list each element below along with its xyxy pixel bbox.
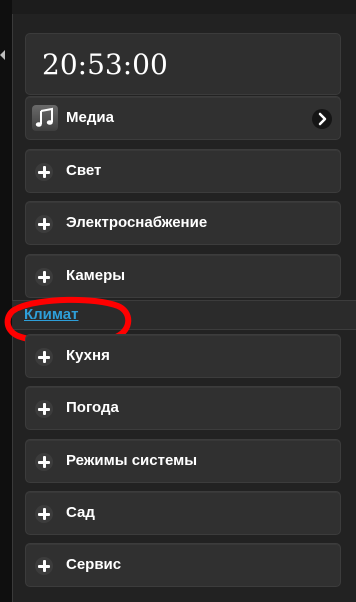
menu-item-label: Электроснабжение bbox=[66, 214, 208, 231]
plus-icon bbox=[35, 268, 53, 286]
menu-item-weather[interactable]: Погода bbox=[25, 386, 341, 430]
menu-item-garden[interactable]: Сад bbox=[25, 491, 341, 535]
menu-item-service[interactable]: Сервис bbox=[25, 543, 341, 587]
menu-item-label: Сервис bbox=[66, 556, 122, 573]
menu-item-label: Кухня bbox=[66, 347, 110, 364]
menu-item-label: Свет bbox=[66, 162, 102, 179]
climate-link[interactable]: Климат bbox=[24, 306, 79, 323]
clock-widget: 20:53:00 bbox=[25, 33, 341, 95]
menu-item-label: Медиа bbox=[66, 109, 114, 126]
chevron-right-icon[interactable] bbox=[312, 109, 332, 129]
plus-icon bbox=[35, 163, 53, 181]
menu-item-system-modes[interactable]: Режимы системы bbox=[25, 439, 341, 483]
plus-icon bbox=[35, 505, 53, 523]
menu-item-label: Сад bbox=[66, 504, 95, 521]
menu-item-light[interactable]: Свет bbox=[25, 149, 341, 193]
menu-item-label: Камеры bbox=[66, 267, 126, 284]
menu-item-power[interactable]: Электроснабжение bbox=[25, 201, 341, 245]
plus-icon bbox=[35, 215, 53, 233]
left-edge-strip bbox=[0, 0, 12, 602]
music-note-icon bbox=[32, 105, 58, 131]
collapse-arrow-icon[interactable] bbox=[0, 50, 5, 60]
plus-icon bbox=[35, 400, 53, 418]
menu-item-media[interactable]: Медиа bbox=[25, 96, 341, 140]
plus-icon bbox=[35, 348, 53, 366]
plus-icon bbox=[35, 453, 53, 471]
plus-icon bbox=[35, 557, 53, 575]
menu-item-kitchen[interactable]: Кухня bbox=[25, 334, 341, 378]
clock-time: 20:53:00 bbox=[42, 48, 168, 81]
menu-item-cameras[interactable]: Камеры bbox=[25, 254, 341, 298]
menu-item-label: Режимы системы bbox=[66, 452, 198, 469]
menu-item-label: Погода bbox=[66, 399, 119, 416]
